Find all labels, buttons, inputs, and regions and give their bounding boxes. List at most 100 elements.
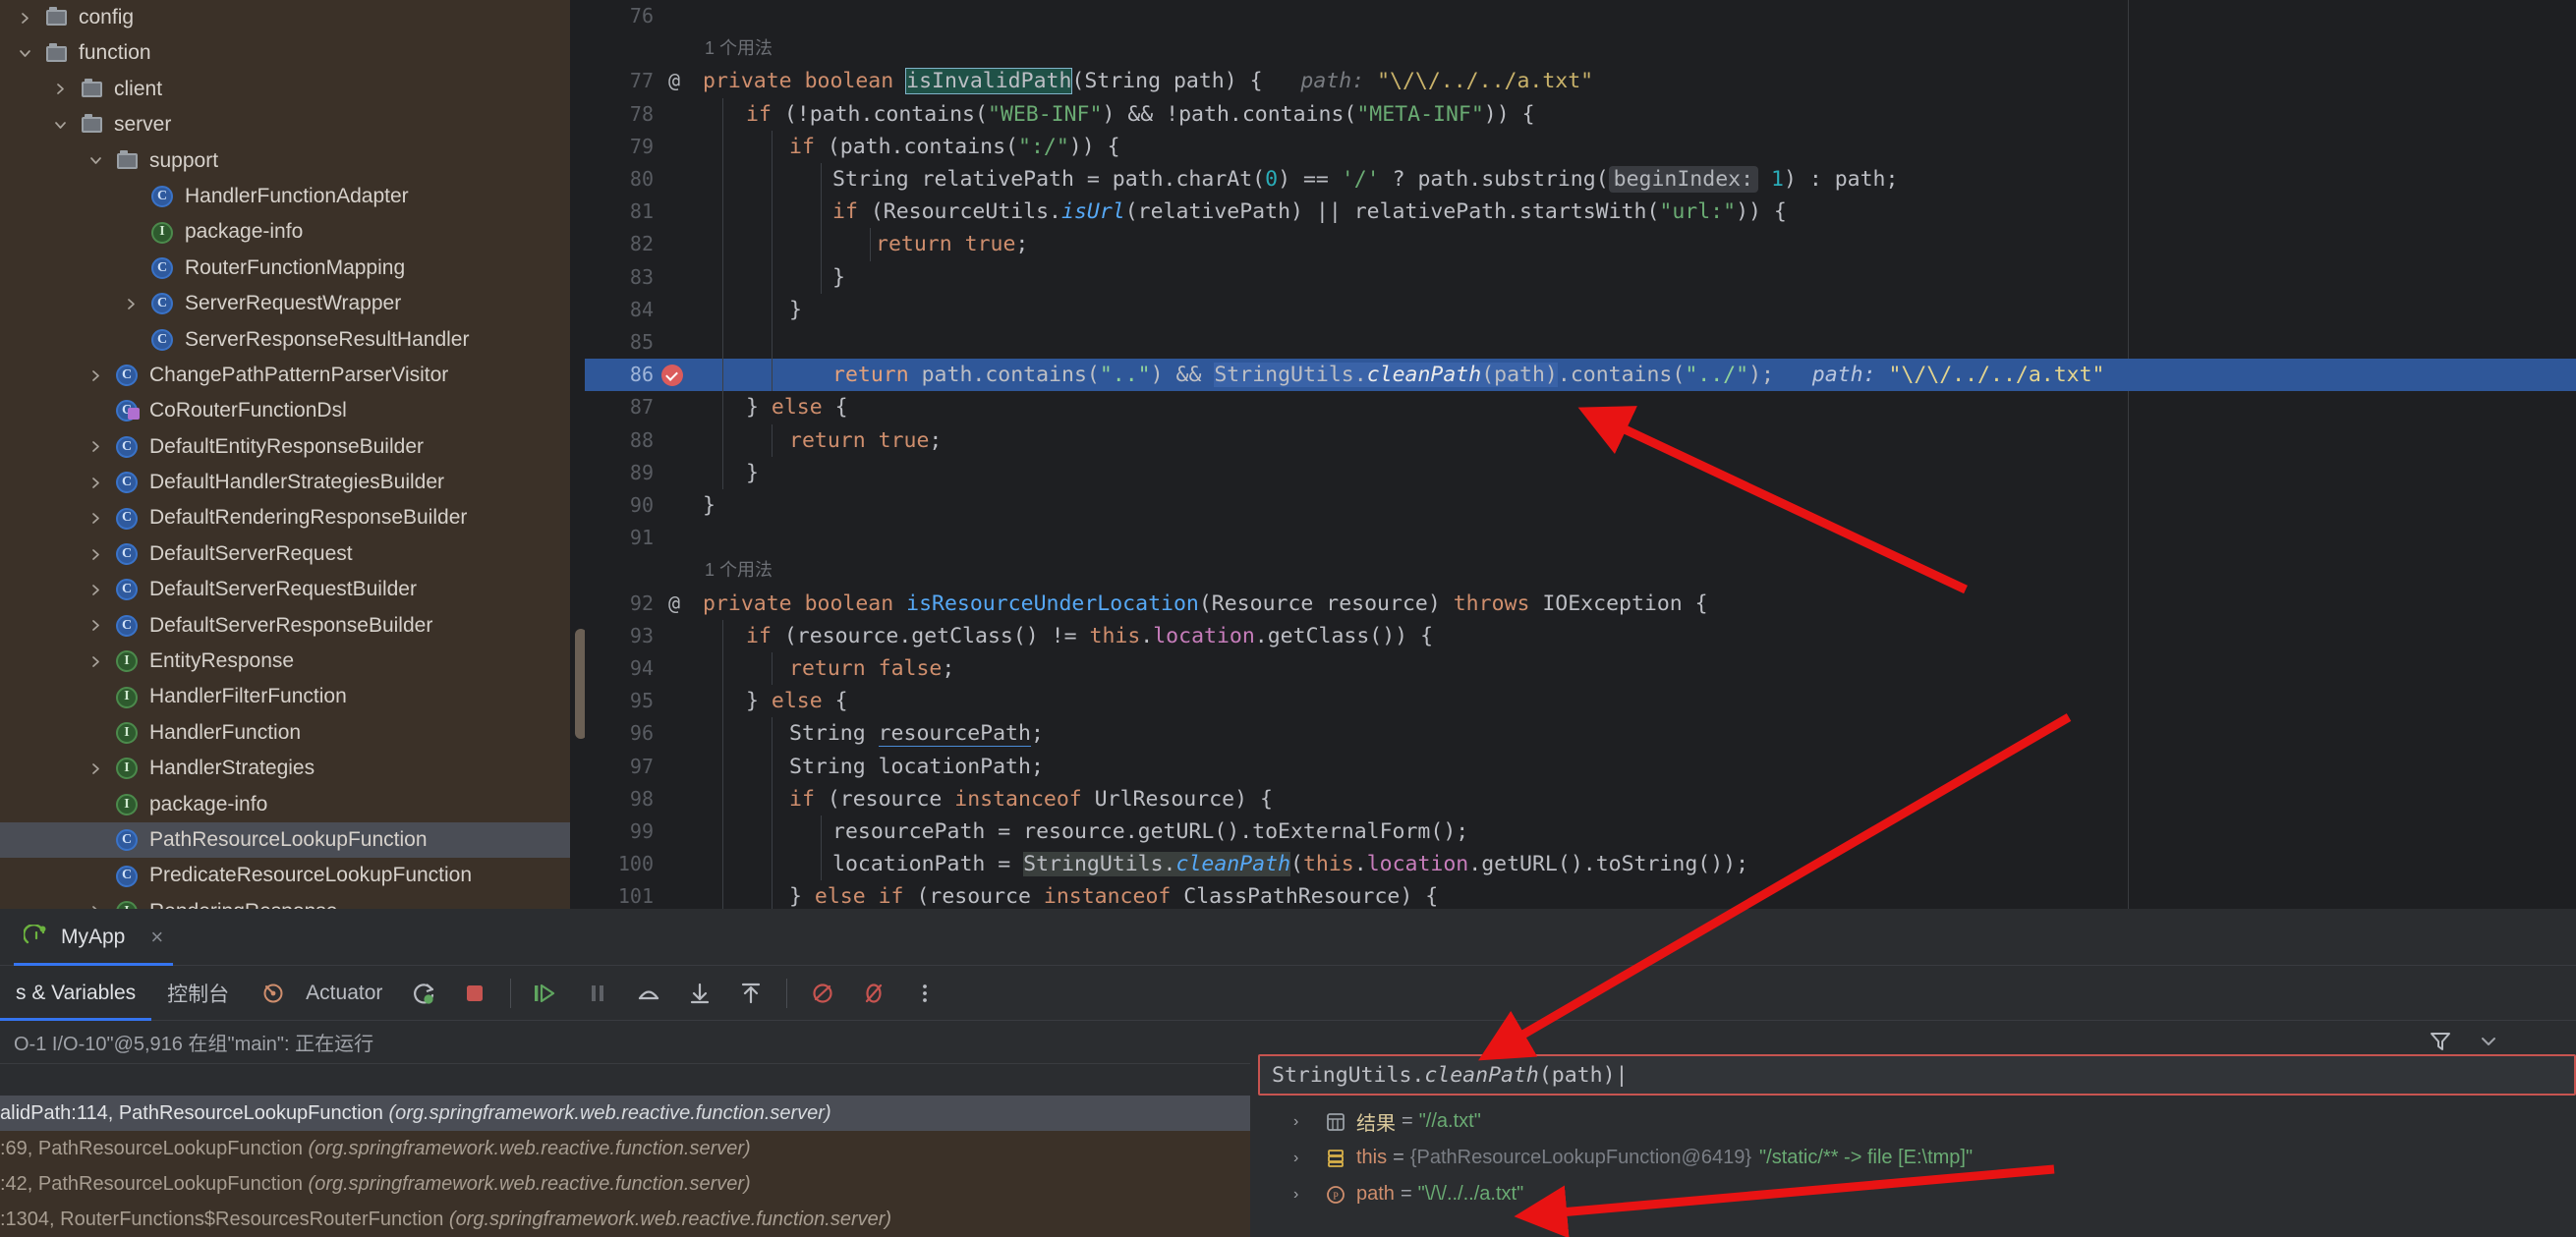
tree-item[interactable]: client	[0, 72, 570, 107]
rerun-debug-button[interactable]	[401, 971, 446, 1016]
code-line[interactable]: 77 @ private boolean isInvalidPath(String …	[585, 65, 2576, 97]
evaluate-expression-input[interactable]: StringUtils.cleanPath(path) |	[1258, 1054, 2576, 1096]
tree-item[interactable]: support	[0, 143, 570, 179]
code-line[interactable]: 90}	[585, 489, 2576, 522]
chevron-right-icon[interactable]	[88, 583, 112, 597]
usage-hint[interactable]: 1 个用法	[585, 32, 2576, 65]
code-line[interactable]: 89}	[585, 456, 2576, 489]
debugger-toolbar[interactable]: s & Variables 控制台 Actuator	[0, 966, 2576, 1021]
tree-item[interactable]: C ChangePathPatternParserVisitor	[0, 358, 570, 393]
tree-item[interactable]: I HandlerStrategies	[0, 751, 570, 786]
tree-item[interactable]: Ipackage-info	[0, 214, 570, 250]
code-line[interactable]: 87} else {	[585, 391, 2576, 424]
chevron-right-icon[interactable]	[88, 547, 112, 562]
tree-item[interactable]: C RouterFunctionMapping	[0, 251, 570, 286]
code-line[interactable]: 94 return false;	[585, 652, 2576, 686]
evaluate-result-row[interactable]: › 结果 = "//a.txt"	[1250, 1103, 2576, 1140]
tree-item[interactable]: C PredicateResourceLookupFunction	[0, 858, 570, 893]
tree-item[interactable]: C DefaultHandlerStrategiesBuilder	[0, 465, 570, 500]
step-out-button[interactable]	[728, 971, 773, 1016]
code-line[interactable]: 81 if (ResourceUtils.isUrl(relativePath) …	[585, 196, 2576, 229]
tree-item[interactable]: I HandlerFunction	[0, 715, 570, 751]
stack-frame[interactable]: :1304, RouterFunctions$ResourcesRouterFu…	[0, 1202, 1250, 1237]
tree-item[interactable]: Ipackage-info	[0, 787, 570, 822]
chevron-down-icon[interactable]	[18, 46, 41, 61]
tree-item[interactable]: C HandlerFunctionAdapter	[0, 179, 570, 214]
mute-breakpoints-button[interactable]	[800, 971, 845, 1016]
evaluate-results-list[interactable]: › 结果 = "//a.txt" › this = {PathResourceLookupFu…	[1250, 1103, 2576, 1237]
breakpoint-icon[interactable]	[661, 365, 683, 387]
run-tab-close-icon[interactable]: ×	[150, 925, 163, 950]
chevron-right-icon[interactable]	[88, 654, 112, 669]
chevron-right-icon[interactable]	[88, 761, 112, 776]
code-line[interactable]: 78 if (!path.contains("WEB-INF") && !path…	[585, 97, 2576, 131]
override-marker-icon[interactable]: @	[659, 65, 689, 97]
run-tab-myapp[interactable]: MyApp ×	[14, 909, 174, 966]
stack-frame[interactable]: :42, PathResourceLookupFunction (org.spr…	[0, 1166, 1250, 1202]
chevron-down-icon[interactable]	[88, 153, 112, 168]
evaluate-expression-area[interactable]: StringUtils.cleanPath(path) | › 结果 = "//a.tx…	[1250, 1052, 2576, 1237]
code-line[interactable]: 76	[585, 0, 2576, 32]
expand-chevron-icon[interactable]: ›	[1293, 1150, 1321, 1167]
code-line[interactable]: 85	[585, 326, 2576, 360]
evaluate-result-row[interactable]: › Ppath = "\/\/../../a.txt"	[1250, 1176, 2576, 1212]
tree-item[interactable]: function	[0, 35, 570, 71]
tree-item[interactable]: I HandlerFilterFunction	[0, 679, 570, 714]
step-into-button[interactable]	[677, 971, 722, 1016]
code-line[interactable]: 99 resourcePath = resource.getURL().toExt…	[585, 815, 2576, 849]
tab-console[interactable]: 控制台	[151, 966, 245, 1021]
tree-item[interactable]: C DefaultServerResponseBuilder	[0, 608, 570, 644]
code-line[interactable]: 100 locationPath = StringUtils.cleanPath(…	[585, 848, 2576, 881]
debug-tool-window[interactable]: MyApp × s & Variables 控制台 Actuator O-1 I…	[0, 909, 2576, 1237]
tree-item[interactable]: C DefaultServerRequest	[0, 536, 570, 572]
chevron-right-icon[interactable]	[53, 82, 77, 96]
chevron-right-icon[interactable]	[124, 297, 147, 311]
expand-chevron-icon[interactable]: ›	[1293, 1113, 1321, 1131]
chevron-down-icon[interactable]	[2478, 1031, 2499, 1052]
stack-frame[interactable]: :69, PathResourceLookupFunction (org.spr…	[0, 1131, 1250, 1166]
chevron-down-icon[interactable]	[53, 118, 77, 133]
code-line[interactable]: 96 String resourcePath;	[585, 717, 2576, 751]
tree-item[interactable]: C ServerRequestWrapper	[0, 286, 570, 321]
usage-hint[interactable]: 1 个用法	[585, 554, 2576, 587]
tree-item[interactable]: C CoRouterFunctionDsl	[0, 393, 570, 428]
chevron-right-icon[interactable]	[18, 11, 41, 26]
code-line[interactable]: 92 @ private boolean isResourceUnderLocati…	[585, 588, 2576, 620]
code-line[interactable]: 82 return true;	[585, 228, 2576, 261]
code-editor[interactable]: 76 1 个用法 77 @ private boolean isInvalidPath(…	[585, 0, 2576, 909]
chevron-right-icon[interactable]	[88, 618, 112, 633]
tab-actuator[interactable]: Actuator	[245, 966, 398, 1021]
evaluate-result-row[interactable]: › this = {PathResourceLookupFunction@6419} "…	[1250, 1140, 2576, 1176]
tree-item[interactable]: I RenderingResponse	[0, 894, 570, 909]
call-stack-frames-list[interactable]: alidPath:114, PathResourceLookupFunction…	[0, 1096, 1250, 1237]
code-line[interactable]: 80 String relativePath = path.charAt(0) =…	[585, 163, 2576, 197]
code-line[interactable]: 83}	[585, 260, 2576, 294]
resume-program-button[interactable]	[524, 971, 569, 1016]
chevron-right-icon[interactable]	[88, 511, 112, 526]
code-line-highlighted[interactable]: 86 return path.contains("..") && StringUt…	[585, 359, 2576, 392]
stack-frame-selected[interactable]: alidPath:114, PathResourceLookupFunction…	[0, 1096, 1250, 1131]
pause-program-button[interactable]	[575, 971, 620, 1016]
chevron-right-icon[interactable]	[88, 439, 112, 454]
stop-button[interactable]	[452, 971, 497, 1016]
filter-icon[interactable]	[2428, 1029, 2453, 1054]
code-line[interactable]: 93 if (resource.getClass() != this.locati…	[585, 619, 2576, 652]
run-configuration-tabbar[interactable]: MyApp ×	[0, 909, 2576, 966]
tree-item[interactable]: C DefaultRenderingResponseBuilder	[0, 500, 570, 535]
code-line[interactable]: 97 String locationPath;	[585, 750, 2576, 783]
tree-item[interactable]: C DefaultEntityResponseBuilder	[0, 429, 570, 465]
tree-item[interactable]: C ServerResponseResultHandler	[0, 322, 570, 358]
code-line[interactable]: 79 if (path.contains(":/")) {	[585, 130, 2576, 163]
tree-item[interactable]: config	[0, 0, 570, 35]
code-line[interactable]: 84}	[585, 293, 2576, 326]
tree-item[interactable]: C DefaultServerRequestBuilder	[0, 572, 570, 607]
project-tree-panel[interactable]: config function client server support C Handle…	[0, 0, 570, 909]
chevron-right-icon[interactable]	[88, 476, 112, 490]
code-line[interactable]: 95} else {	[585, 685, 2576, 718]
step-over-button[interactable]	[626, 971, 671, 1016]
code-line[interactable]: 91	[585, 522, 2576, 554]
code-line[interactable]: 98 if (resource instanceof UrlResource) {	[585, 782, 2576, 815]
code-line[interactable]: 88 return true;	[585, 423, 2576, 457]
override-marker-icon[interactable]: @	[659, 588, 689, 620]
more-options-button[interactable]	[902, 971, 947, 1016]
